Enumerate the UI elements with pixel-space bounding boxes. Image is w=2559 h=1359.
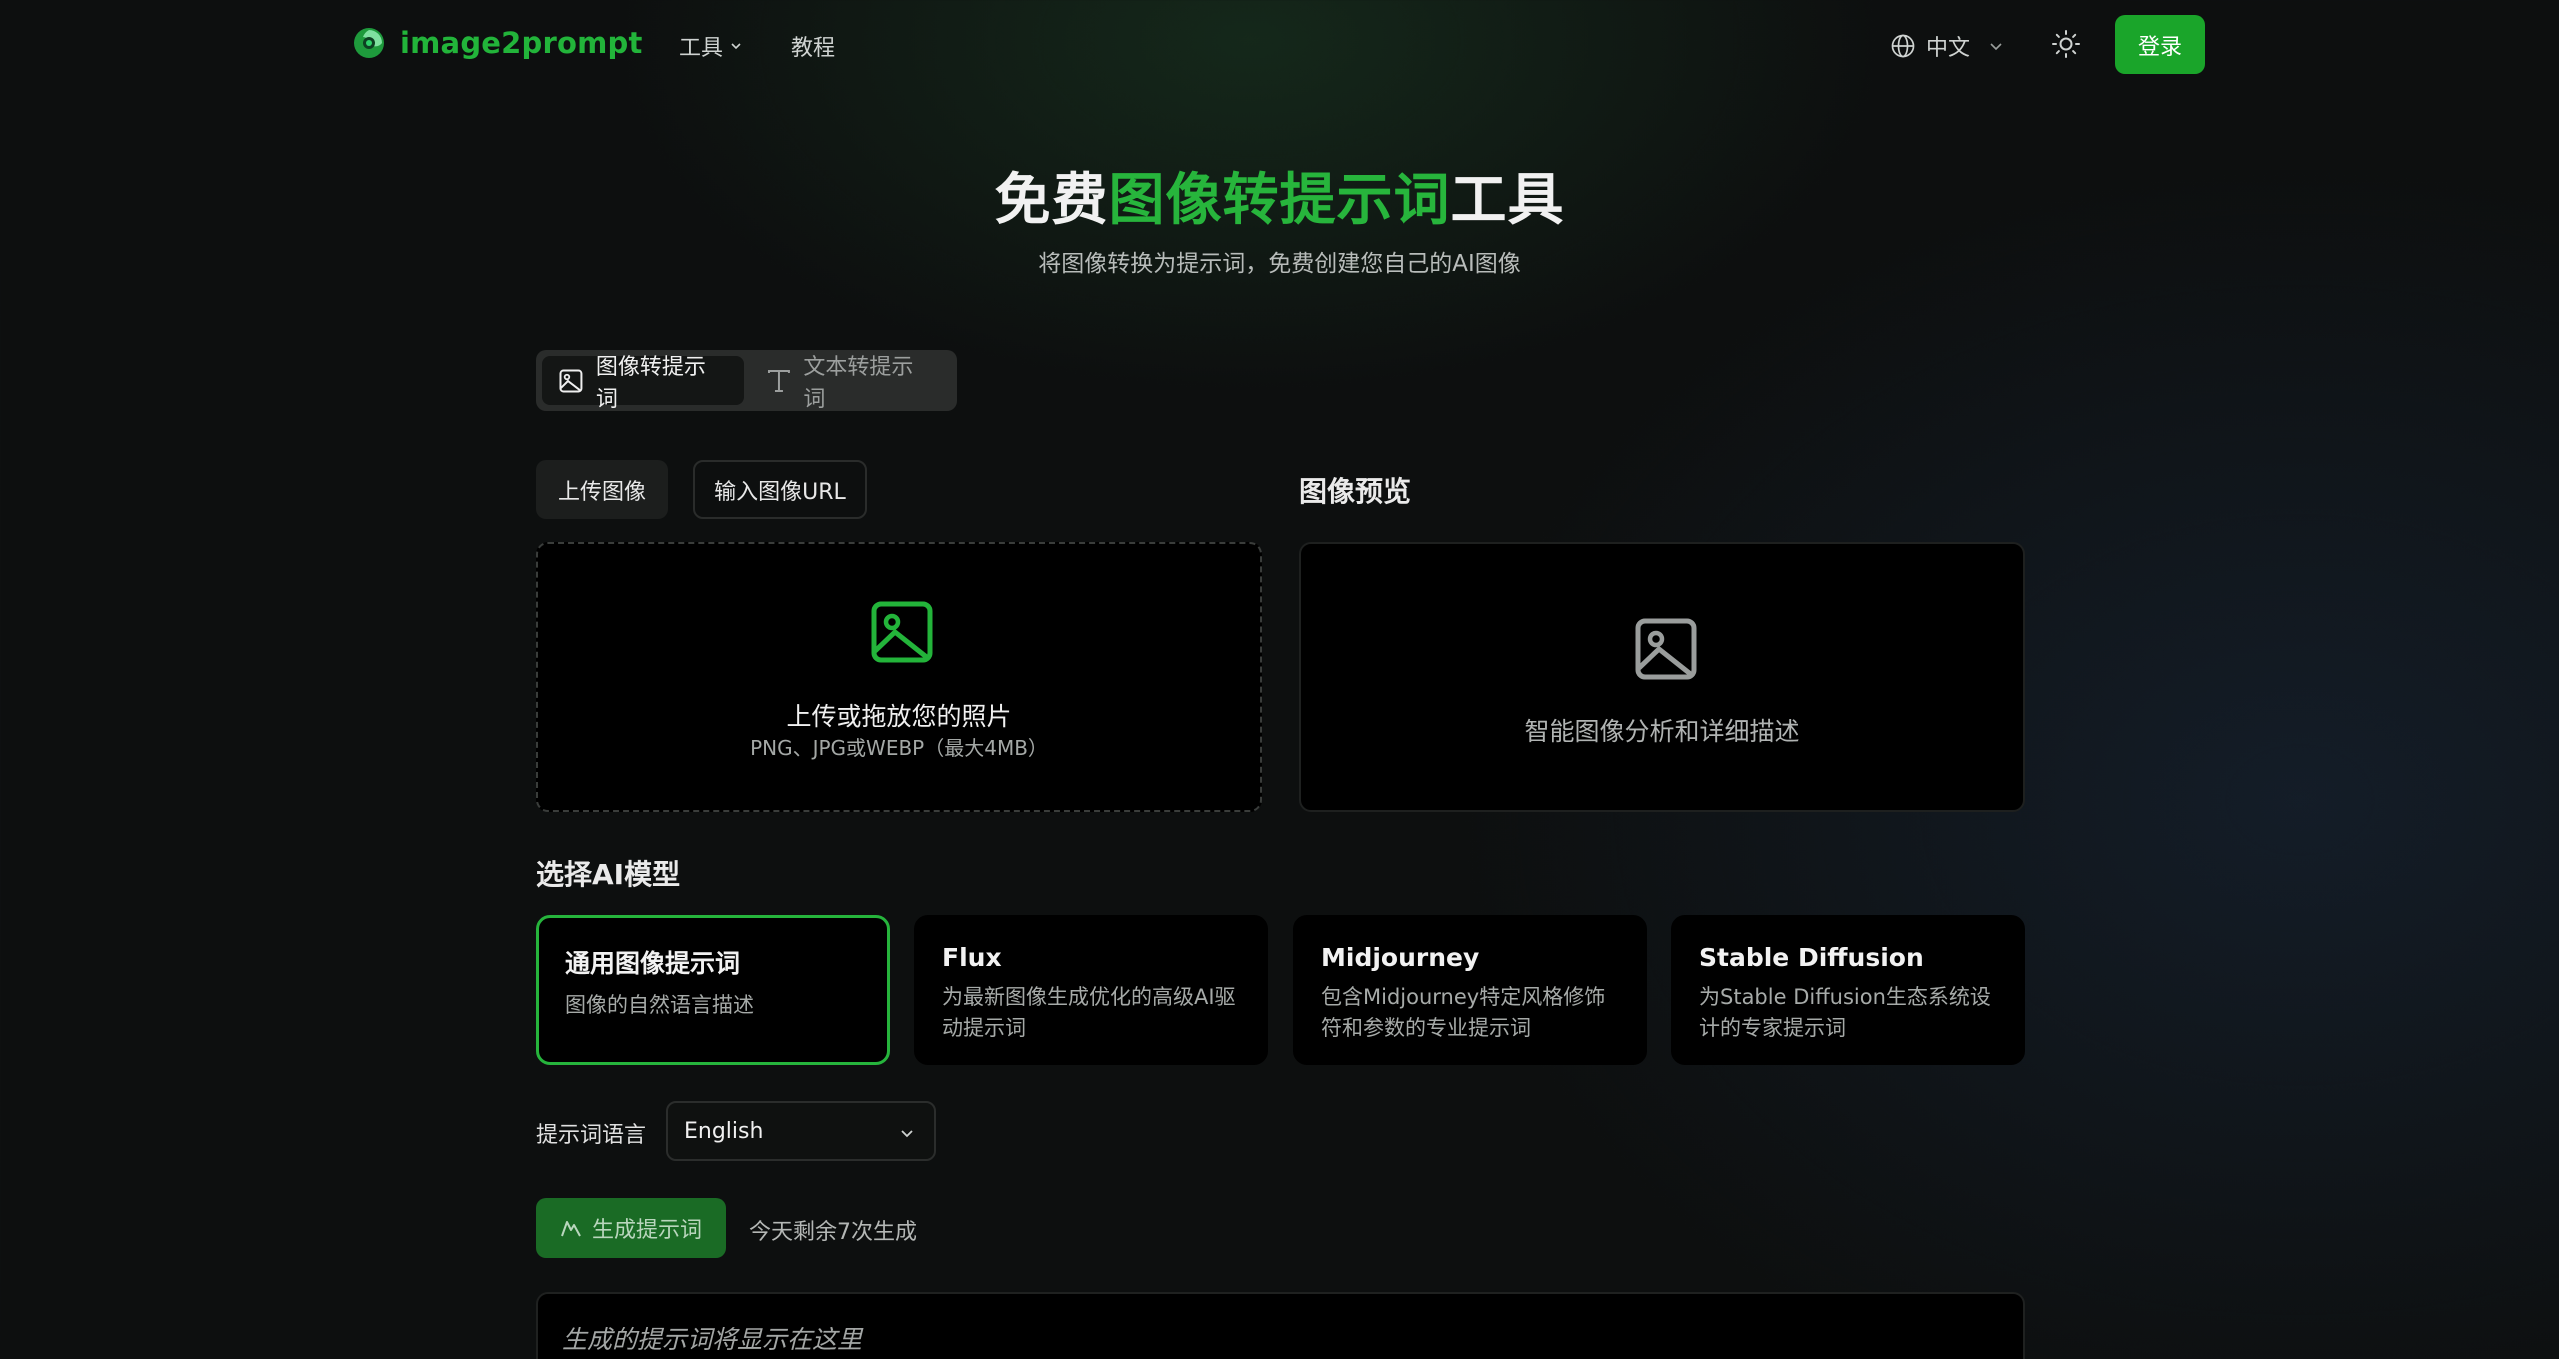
nav-tools[interactable]: 工具 [679, 30, 743, 62]
image-upload-icon [871, 601, 933, 663]
model-name: 通用图像提示词 [565, 949, 741, 978]
image-preview-panel: 智能图像分析和详细描述 [1299, 542, 2025, 812]
prompt-language-value: English [684, 1118, 764, 1144]
logo-icon [354, 28, 384, 58]
tab-upload-image[interactable]: 上传图像 [536, 460, 668, 519]
remaining-generations: 今天剩余7次生成 [749, 1220, 917, 1245]
tab-image-to-prompt[interactable]: 图像转提示词 [542, 355, 744, 412]
tab-image-to-prompt-label: 图像转提示词 [595, 354, 706, 412]
nav-tutorial-label: 教程 [791, 36, 836, 61]
model-name: Midjourney [1321, 943, 1480, 972]
preview-heading: 图像预览 [1299, 475, 1412, 508]
tab-text-to-prompt[interactable]: 文本转提示词 [750, 355, 952, 412]
chevron-down-icon [731, 43, 741, 50]
main-nav: 工具 教程 [679, 30, 835, 62]
model-card-flux[interactable]: Flux 为最新图像生成优化的高级AI驱动提示词 [914, 915, 1268, 1065]
brand-name: image2prompt [400, 26, 643, 60]
text-icon [767, 369, 790, 392]
model-name: Stable Diffusion [1699, 943, 1924, 972]
top-header: image2prompt 工具 教程 中文 登录 [0, 0, 2559, 90]
mode-tabs: 图像转提示词 文本转提示词 [536, 350, 957, 412]
model-desc: 包含Midjourney特定风格修饰符和参数的专业提示词 [1321, 985, 1606, 1040]
language-switcher[interactable]: 中文 [1890, 30, 2004, 62]
model-card-general[interactable]: 通用图像提示词 图像的自然语言描述 [536, 915, 890, 1065]
upload-dropzone[interactable]: 上传或拖放您的照片 PNG、JPG或WEBP（最大4MB） [536, 542, 1262, 812]
model-name: Flux [942, 943, 1002, 972]
dropzone-hint: PNG、JPG或WEBP（最大4MB） [750, 736, 1048, 760]
title-suffix: 工具 [1450, 168, 1565, 233]
model-heading: 选择AI模型 [536, 858, 681, 891]
chevron-down-icon [1990, 43, 2002, 51]
generate-label: 生成提示词 [591, 1218, 702, 1243]
chevron-down-icon [901, 1130, 913, 1138]
model-desc: 为Stable Diffusion生态系统设计的专家提示词 [1699, 985, 1991, 1040]
title-accent: 图像转提示词 [1108, 168, 1451, 233]
model-card-midjourney[interactable]: Midjourney 包含Midjourney特定风格修饰符和参数的专业提示词 [1293, 915, 1647, 1065]
mountain-icon [561, 1221, 581, 1237]
brand-logo[interactable]: image2prompt [352, 26, 643, 60]
model-card-stable-diffusion[interactable]: Stable Diffusion 为Stable Diffusion生态系统设计… [1671, 915, 2025, 1065]
dropzone-title: 上传或拖放您的照片 [786, 702, 1012, 731]
title-prefix: 免费 [994, 168, 1109, 233]
tab-image-url[interactable]: 输入图像URL [693, 460, 867, 519]
image-icon [559, 369, 583, 392]
prompt-language-label: 提示词语言 [536, 1123, 647, 1148]
model-desc: 为最新图像生成优化的高级AI驱动提示词 [942, 985, 1236, 1040]
tab-text-to-prompt-label: 文本转提示词 [803, 354, 914, 412]
preview-placeholder: 智能图像分析和详细描述 [1524, 717, 1800, 746]
model-desc: 图像的自然语言描述 [565, 993, 754, 1017]
nav-tools-label: 工具 [679, 36, 724, 61]
page-subtitle: 将图像转换为提示词，免费创建您自己的AI图像 [1038, 251, 1521, 277]
globe-icon [1891, 34, 1915, 58]
prompt-output[interactable]: 生成的提示词将显示在这里 [536, 1292, 2025, 1359]
generate-prompt-button[interactable]: 生成提示词 [536, 1198, 726, 1258]
image-placeholder-icon [1635, 618, 1697, 680]
prompt-language-select[interactable]: English [666, 1101, 936, 1161]
page-title: 免费图像转提示词工具 [0, 155, 2559, 236]
nav-tutorial[interactable]: 教程 [791, 30, 835, 62]
login-button[interactable]: 登录 [2115, 15, 2205, 74]
language-label: 中文 [1926, 36, 1971, 61]
sun-icon[interactable] [2050, 28, 2082, 60]
output-placeholder: 生成的提示词将显示在这里 [562, 1325, 863, 1354]
